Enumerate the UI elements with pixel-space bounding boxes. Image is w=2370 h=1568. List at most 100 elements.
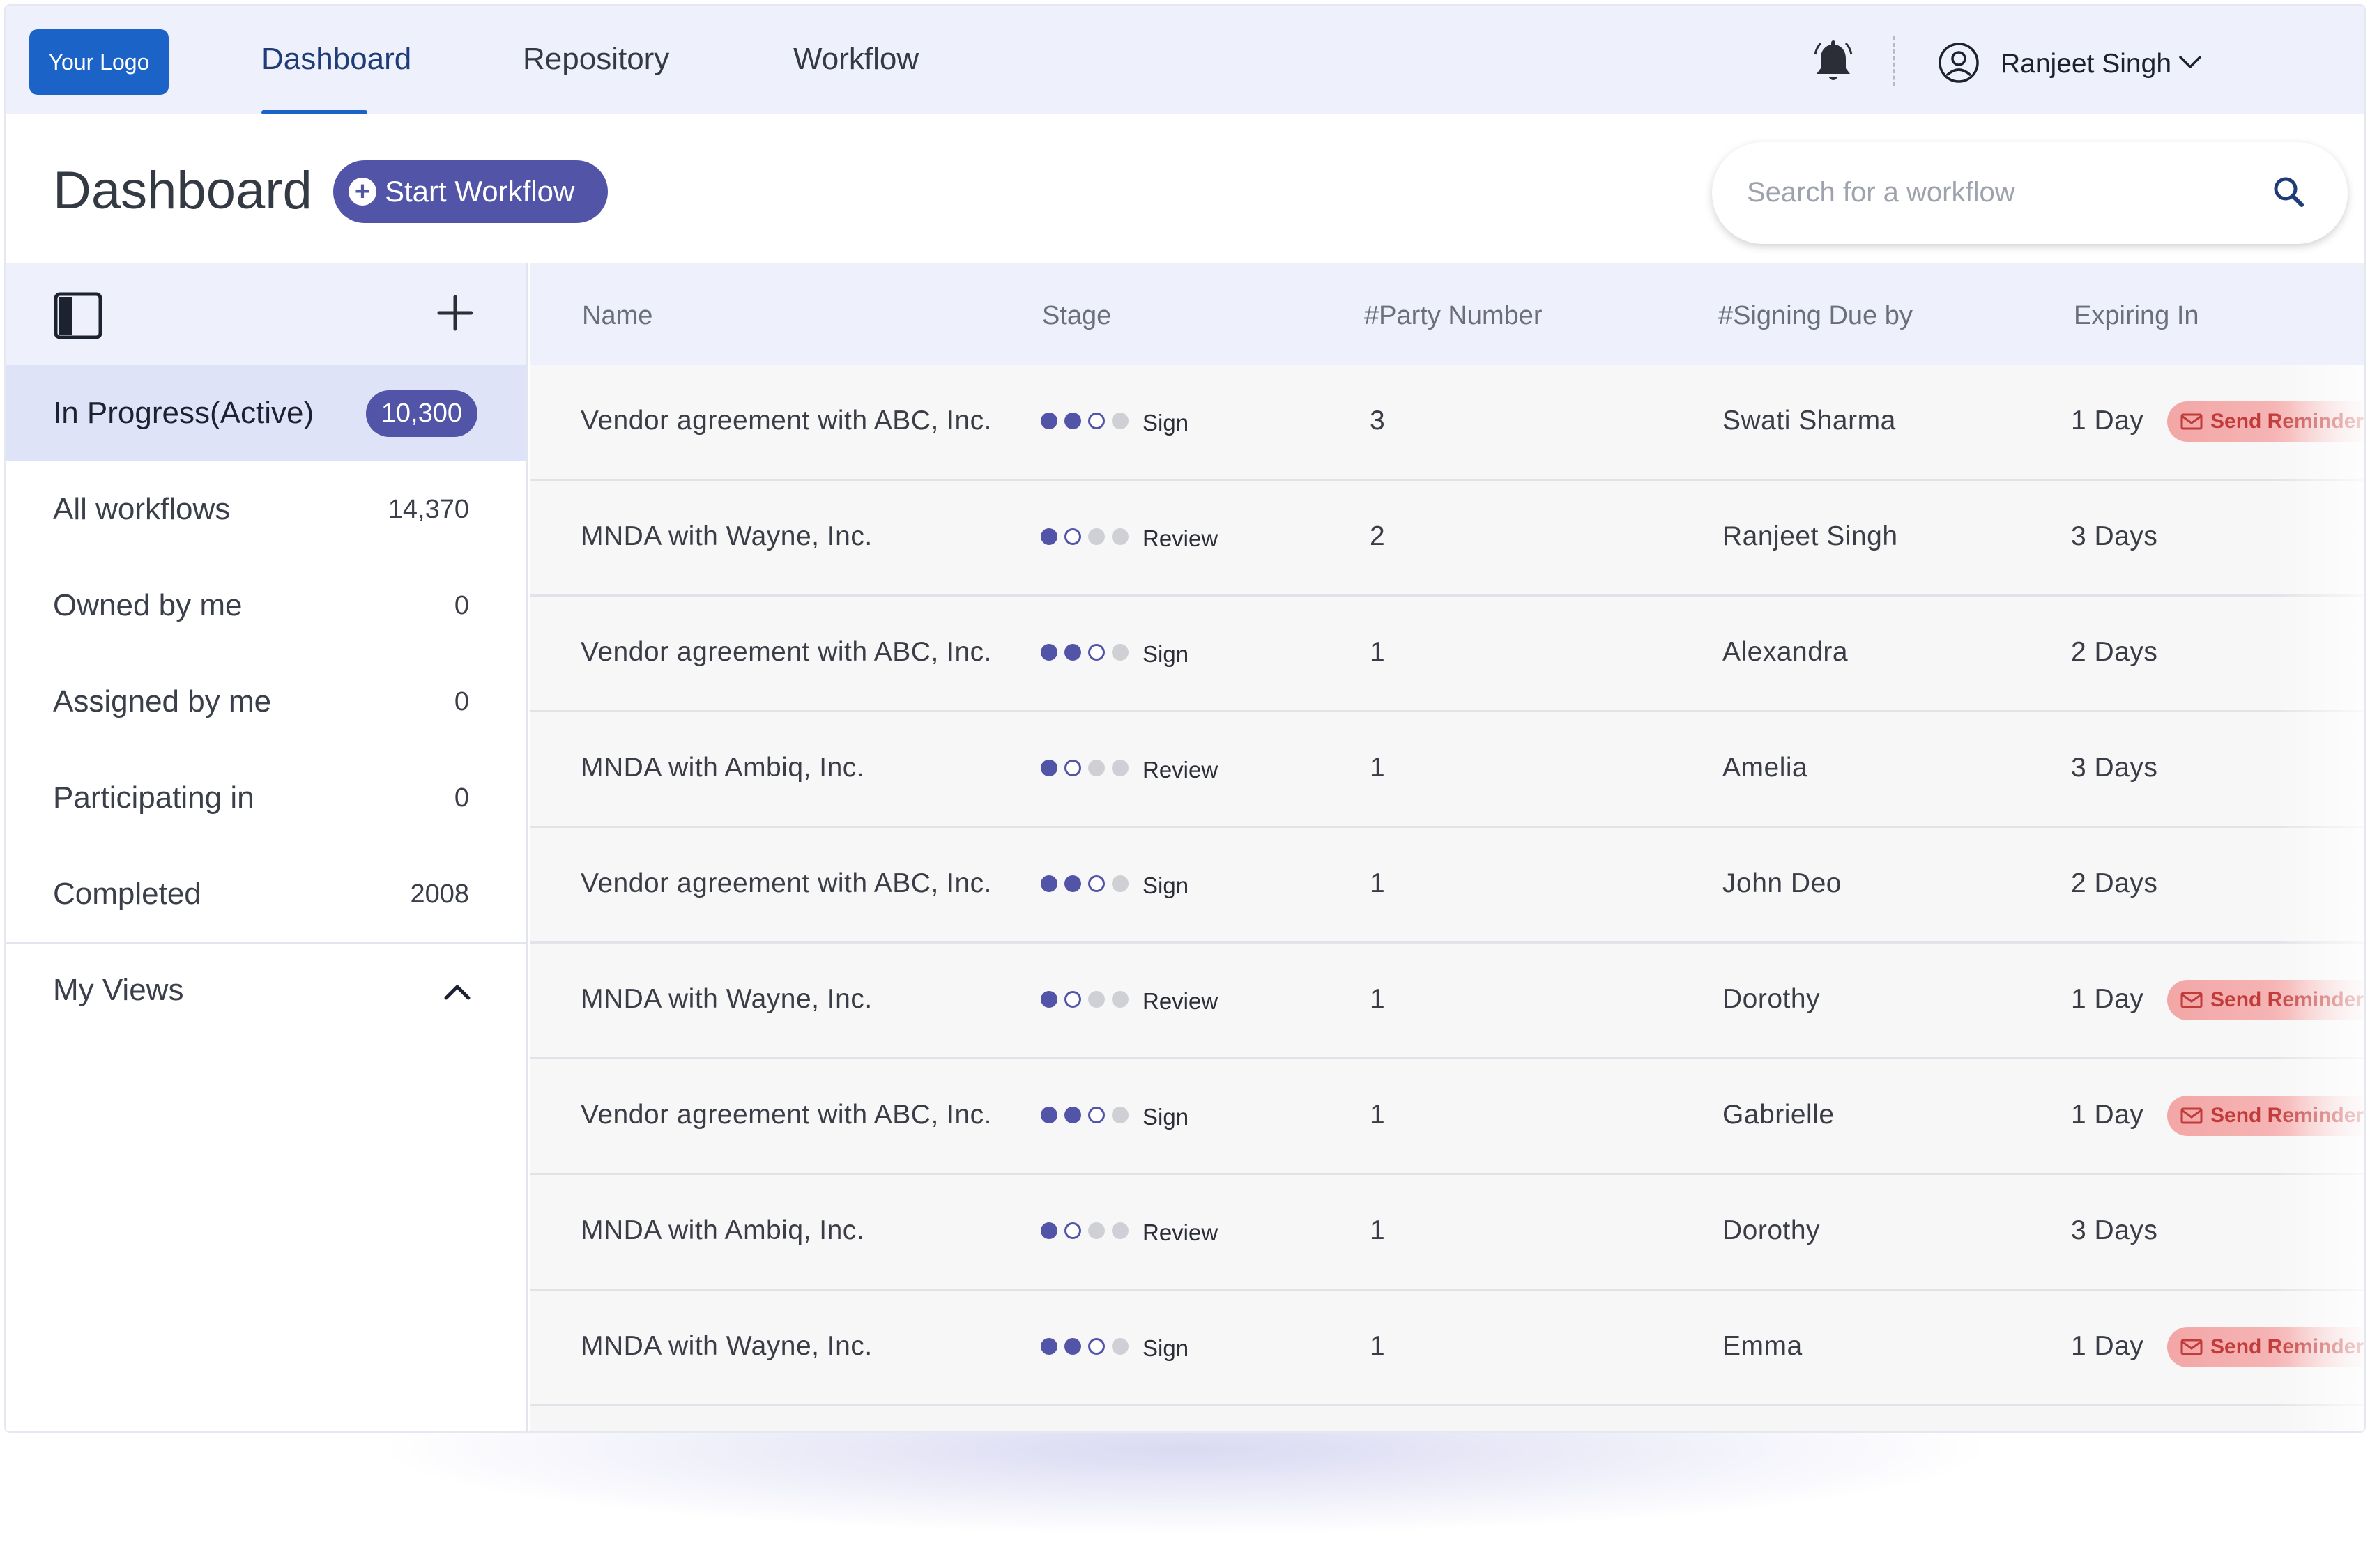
sidebar-item-in-progress[interactable]: In Progress(Active) 10,300	[6, 365, 526, 461]
stage-label: Review	[1142, 757, 1218, 783]
party-number: 1	[1370, 868, 1386, 898]
table-row[interactable]: Vendor agreement with ABC, Inc. Sign 1 Gabr…	[530, 1059, 2364, 1175]
signing-due-by: Ranjeet Singh	[1722, 521, 1898, 551]
party-number: 1	[1370, 753, 1386, 783]
signing-due-by: Alexandra	[1722, 637, 1849, 667]
table-row[interactable]: Vendor agreement with ABC, Inc. Sign 1 John…	[530, 828, 2364, 944]
expiring-in: 1 Day	[2071, 406, 2144, 436]
stage-progress	[1041, 413, 1136, 429]
table-row[interactable]: MNDA with Ambiq, Inc. Review 1 Dorothy 3 Day…	[530, 1175, 2364, 1291]
user-name[interactable]: Ranjeet Singh	[2001, 49, 2171, 79]
chevron-down-icon[interactable]	[2178, 52, 2203, 71]
workflow-name[interactable]: MNDA with Ambiq, Inc.	[581, 1215, 864, 1246]
stage-step-dot	[1088, 875, 1105, 892]
table-row[interactable]: Vendor agreement with ABC, Inc. Sign 3 Swat…	[530, 365, 2364, 481]
sidebar-item-completed[interactable]: Completed 2008	[6, 846, 526, 942]
mail-icon	[2180, 1107, 2203, 1124]
party-number: 1	[1370, 1215, 1386, 1245]
stage-step-dot	[1112, 413, 1129, 429]
start-workflow-button[interactable]: + Start Workflow	[333, 160, 608, 223]
user-circle-icon[interactable]	[1938, 42, 1980, 84]
sidebar-divider	[6, 942, 526, 944]
workflow-name[interactable]: Vendor agreement with ABC, Inc.	[581, 406, 992, 436]
sidebar-item-count: 0	[454, 590, 469, 620]
panel-toggle-icon[interactable]	[52, 290, 105, 341]
stage-step-dot	[1041, 1107, 1057, 1123]
stage-progress	[1041, 528, 1136, 545]
stage-step-dot	[1064, 528, 1081, 545]
column-header-name[interactable]: Name	[582, 301, 652, 331]
workflow-name[interactable]: MNDA with Wayne, Inc.	[581, 521, 873, 552]
party-number: 1	[1370, 984, 1386, 1014]
stage-step-dot	[1112, 991, 1129, 1008]
signing-due-by: Emma	[1722, 1331, 1803, 1361]
stage-step-dot	[1088, 760, 1105, 776]
sidebar-item-participating-in[interactable]: Participating in 0	[6, 750, 526, 846]
stage-label: Sign	[1142, 641, 1189, 667]
send-reminder-button[interactable]: Send Reminder	[2167, 1327, 2364, 1367]
expiring-in: 3 Days	[2071, 1215, 2158, 1245]
sidebar-item-label: Completed	[53, 877, 201, 911]
sidebar-item-assigned-by-me[interactable]: Assigned by me 0	[6, 654, 526, 750]
logo[interactable]: Your Logo	[29, 29, 169, 95]
app-window: Your Logo Dashboard Repository Workflow …	[4, 4, 2366, 1433]
top-nav: Your Logo Dashboard Repository Workflow …	[6, 6, 2364, 114]
nav-dashboard[interactable]: Dashboard	[261, 42, 411, 77]
column-header-signing-due-by[interactable]: #Signing Due by	[1718, 301, 1913, 331]
stage-label: Sign	[1142, 410, 1189, 436]
stage-step-dot	[1112, 528, 1129, 545]
mail-icon	[2180, 992, 2203, 1008]
stage-step-dot	[1041, 413, 1057, 429]
sidebar-item-all-workflows[interactable]: All workflows 14,370	[6, 461, 526, 558]
stage-label: Review	[1142, 525, 1218, 551]
column-header-party-number[interactable]: #Party Number	[1364, 301, 1543, 331]
stage-label: Sign	[1142, 1104, 1189, 1130]
sidebar-item-count: 0	[454, 686, 469, 716]
workflow-name[interactable]: MNDA with Wayne, Inc.	[581, 984, 873, 1015]
nav-workflow[interactable]: Workflow	[793, 42, 919, 77]
table-row[interactable]: MNDA with Wayne, Inc. Review 1 Dorothy 1 Day…	[530, 944, 2364, 1059]
workflow-name[interactable]: MNDA with Wayne, Inc.	[581, 1331, 873, 1362]
stage-step-dot	[1064, 875, 1081, 892]
signing-due-by: Swati Sharma	[1722, 406, 1896, 436]
my-views-header[interactable]: My Views	[53, 973, 183, 1008]
stage-progress	[1041, 1107, 1136, 1123]
sidebar-item-count: 14,370	[388, 494, 469, 524]
stage-progress	[1041, 1338, 1136, 1355]
plus-icon[interactable]	[436, 294, 474, 332]
table-row[interactable]: MNDA with Ambiq, Inc. Review 1 Amelia 3 Days	[530, 712, 2364, 828]
workflow-name[interactable]: MNDA with Ambiq, Inc.	[581, 753, 864, 783]
search-input[interactable]	[1747, 170, 2235, 215]
nav-repository[interactable]: Repository	[523, 42, 669, 77]
send-reminder-button[interactable]: Send Reminder	[2167, 980, 2364, 1020]
stage-step-dot	[1088, 413, 1105, 429]
party-number: 3	[1370, 406, 1386, 436]
column-header-expiring-in[interactable]: Expiring In	[2074, 301, 2199, 331]
stage-step-dot	[1041, 644, 1057, 661]
stage-step-dot	[1088, 644, 1105, 661]
signing-due-by: John Deo	[1722, 868, 1842, 898]
stage-step-dot	[1112, 1107, 1129, 1123]
workflow-name[interactable]: Vendor agreement with ABC, Inc.	[581, 637, 992, 668]
table-row[interactable]: Vendor agreement with ABC, Inc. Sign 1 Alex…	[530, 597, 2364, 712]
chevron-up-icon[interactable]	[442, 981, 473, 1004]
stage-step-dot	[1112, 644, 1129, 661]
workflow-name[interactable]: Vendor agreement with ABC, Inc.	[581, 868, 992, 899]
workflow-name[interactable]: Vendor agreement with ABC, Inc.	[581, 1100, 992, 1130]
table-row[interactable]: MNDA with Wayne, Inc. Review 2 Ranjeet Sing…	[530, 481, 2364, 597]
search-icon[interactable]	[2270, 173, 2309, 212]
signing-due-by: Gabrielle	[1722, 1100, 1835, 1130]
table-row[interactable]: MNDA with Wayne, Inc. Sign 1 Emma 1 Day Send …	[530, 1291, 2364, 1406]
signing-due-by: Dorothy	[1722, 1215, 1821, 1245]
send-reminder-button[interactable]: Send Reminder	[2167, 401, 2364, 442]
stage-progress	[1041, 644, 1136, 661]
column-header-stage[interactable]: Stage	[1042, 301, 1111, 331]
search-box[interactable]	[1712, 142, 2348, 244]
bell-icon[interactable]	[1812, 38, 1854, 85]
sidebar-item-owned-by-me[interactable]: Owned by me 0	[6, 558, 526, 654]
start-workflow-label: Start Workflow	[385, 175, 575, 208]
sidebar-item-label: Participating in	[53, 781, 254, 815]
send-reminder-button[interactable]: Send Reminder	[2167, 1096, 2364, 1136]
stage-label: Sign	[1142, 873, 1189, 898]
stage-progress	[1041, 875, 1136, 892]
